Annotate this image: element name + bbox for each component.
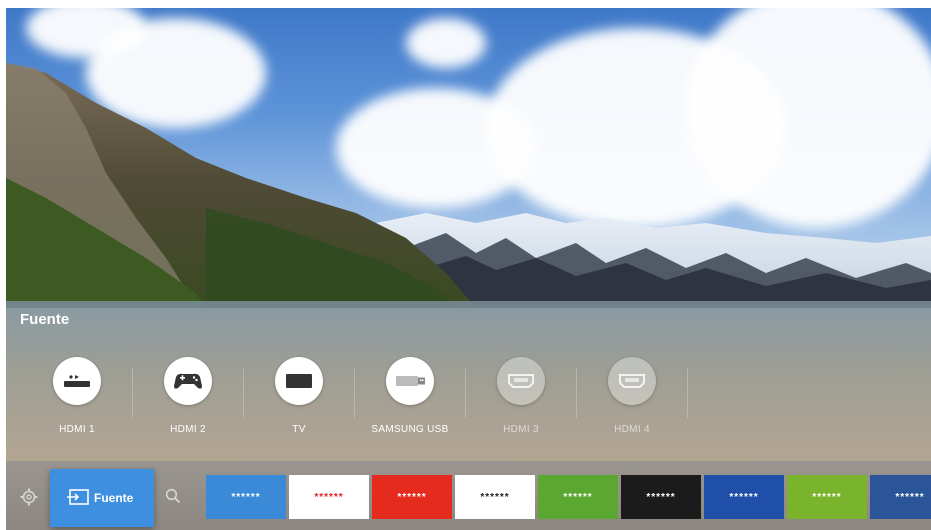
source-panel: Fuente HDMI 1 HDMI 2 TV SAMSUNG USB HDMI… [6,301,931,461]
source-item-hdmi-3[interactable]: HDMI 3 [466,346,576,446]
panel-title: Fuente [20,311,70,328]
source-label: HDMI 4 [614,424,650,435]
source-item-hdmi-2[interactable]: HDMI 2 [133,346,243,446]
source-item-hdmi-1[interactable]: HDMI 1 [22,346,132,446]
source-input-icon [67,489,89,505]
source-list: HDMI 1 HDMI 2 TV SAMSUNG USB HDMI 3 HDMI… [6,346,931,446]
source-label: HDMI 1 [59,424,95,435]
search-icon[interactable] [165,488,181,504]
source-button[interactable]: Fuente [50,469,154,527]
source-item-samsung-usb[interactable]: SAMSUNG USB [355,346,465,446]
mountain-landscape [6,63,931,308]
source-item-hdmi-4[interactable]: HDMI 4 [577,346,687,446]
app-tile-9[interactable]: ****** [870,475,931,519]
app-tile-label: ****** [480,491,510,503]
app-tile-label: ****** [895,491,925,503]
app-tile-label: ****** [397,491,427,503]
app-tile-label: ****** [314,491,344,503]
hdmi-port-icon [497,357,545,405]
tv-screen: Fuente HDMI 1 HDMI 2 TV SAMSUNG USB HDMI… [6,8,931,530]
app-tile-4[interactable]: ****** [455,475,535,519]
divider [687,368,688,418]
app-tile-5[interactable]: ****** [538,475,618,519]
app-tile-label: ****** [646,491,676,503]
app-tile-label: ****** [812,491,842,503]
app-tile-2[interactable]: ****** [289,475,369,519]
source-label: SAMSUNG USB [371,424,449,435]
game-controller-icon [164,357,212,405]
launcher-bar: Fuente ****** ****** ****** ****** *****… [6,461,931,530]
app-tile-6[interactable]: ****** [621,475,701,519]
app-tile-7[interactable]: ****** [704,475,784,519]
app-tile-3[interactable]: ****** [372,475,452,519]
set-top-box-icon [53,357,101,405]
source-button-label: Fuente [94,491,134,505]
app-tile-label: ****** [729,491,759,503]
hdmi-port-icon [608,357,656,405]
source-label: HDMI 3 [503,424,539,435]
gear-icon[interactable] [20,488,38,506]
app-tile-8[interactable]: ****** [787,475,867,519]
app-tile-label: ****** [231,491,261,503]
source-label: HDMI 2 [170,424,206,435]
app-tile-1[interactable]: ****** [206,475,286,519]
source-item-tv[interactable]: TV [244,346,354,446]
usb-drive-icon [386,357,434,405]
app-tile-label: ****** [563,491,593,503]
source-label: TV [292,424,306,435]
tv-icon [275,357,323,405]
